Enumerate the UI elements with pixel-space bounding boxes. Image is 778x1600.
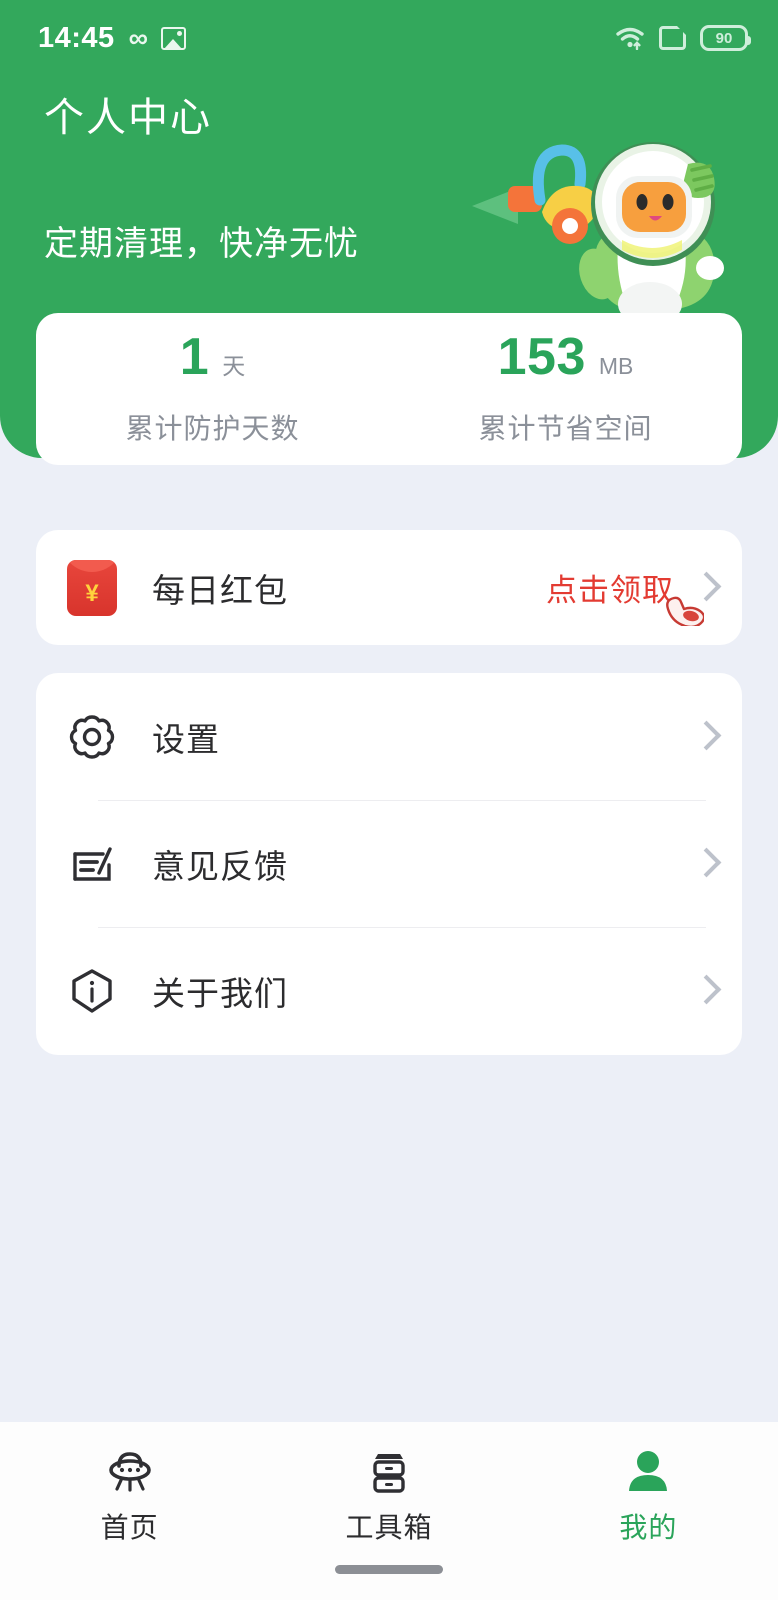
astronaut-vacuum-mascot-icon [470, 128, 760, 326]
menu-item-about[interactable]: 关于我们 [36, 927, 742, 1054]
ufo-home-icon [103, 1444, 157, 1496]
header-subtitle: 定期清理，快净无忧 [44, 225, 359, 263]
stat-value: 1 [179, 328, 210, 386]
chevron-right-icon [696, 847, 716, 881]
chevron-right-icon [696, 720, 716, 754]
nav-item-label: 首页 [100, 1512, 159, 1543]
bottom-navigation-bar: 首页 工具箱 我的 [0, 1422, 778, 1600]
stats-card: 1 天 累计防护天数 153 MB 累计节省空间 [36, 313, 742, 465]
menu-item-feedback[interactable]: 意见反馈 [36, 800, 742, 927]
toolbox-icon [362, 1444, 416, 1496]
pointing-hand-icon [662, 592, 706, 629]
stat-label: 累计节省空间 [478, 413, 653, 444]
stat-label: 累计防护天数 [125, 413, 300, 444]
nav-item-profile[interactable]: 我的 [519, 1422, 778, 1600]
stat-value-group: 153 MB [498, 331, 634, 393]
nav-item-label: 工具箱 [345, 1512, 433, 1543]
daily-redpacket-card[interactable]: ¥ 每日红包 点击领取 [36, 530, 742, 645]
page-title: 个人中心 [44, 96, 212, 140]
status-bar-right: 90 [615, 25, 751, 51]
infinity-icon: ∞ [128, 22, 148, 53]
nav-item-home[interactable]: 首页 [0, 1422, 259, 1600]
feedback-edit-icon [64, 836, 120, 892]
battery-icon: 90 [700, 25, 751, 51]
nav-item-label: 我的 [619, 1512, 678, 1543]
menu-item-label: 意见反馈 [152, 847, 288, 885]
menu-item-settings[interactable]: 设置 [36, 673, 742, 800]
battery-level-label: 90 [715, 29, 733, 47]
status-bar: 14:45 ∞ 90 [0, 0, 778, 76]
settings-menu-card: 设置 意见反馈 关于我们 [36, 673, 742, 1055]
sim-card-icon [659, 26, 686, 50]
gear-icon [64, 709, 120, 765]
stat-unit: MB [598, 353, 634, 379]
stat-protection-days: 1 天 累计防护天数 [36, 313, 389, 465]
menu-item-label: 关于我们 [152, 974, 288, 1012]
status-bar-clock: 14:45 [38, 21, 115, 54]
daily-redpacket-row[interactable]: ¥ 每日红包 点击领取 [36, 530, 742, 645]
photo-icon [160, 26, 186, 50]
wifi-icon [615, 26, 645, 51]
chevron-right-icon [696, 974, 716, 1008]
red-envelope-icon: ¥ [64, 559, 120, 616]
claim-action-label[interactable]: 点击领取 [546, 565, 674, 610]
daily-redpacket-label: 每日红包 [152, 571, 288, 609]
person-icon [621, 1444, 675, 1496]
home-indicator[interactable] [335, 1565, 443, 1574]
stat-value: 153 [497, 328, 586, 386]
app-screen: 14:45 ∞ 90 个人中心 定期清理，快净无忧 1 天 累计防护天数 153… [0, 0, 778, 1600]
stat-unit: 天 [222, 353, 246, 379]
stat-saved-space: 153 MB 累计节省空间 [389, 313, 742, 465]
menu-item-label: 设置 [152, 720, 220, 758]
shield-info-icon [64, 963, 120, 1019]
stat-value-group: 1 天 [180, 331, 245, 393]
status-bar-left: 14:45 ∞ [38, 22, 186, 55]
